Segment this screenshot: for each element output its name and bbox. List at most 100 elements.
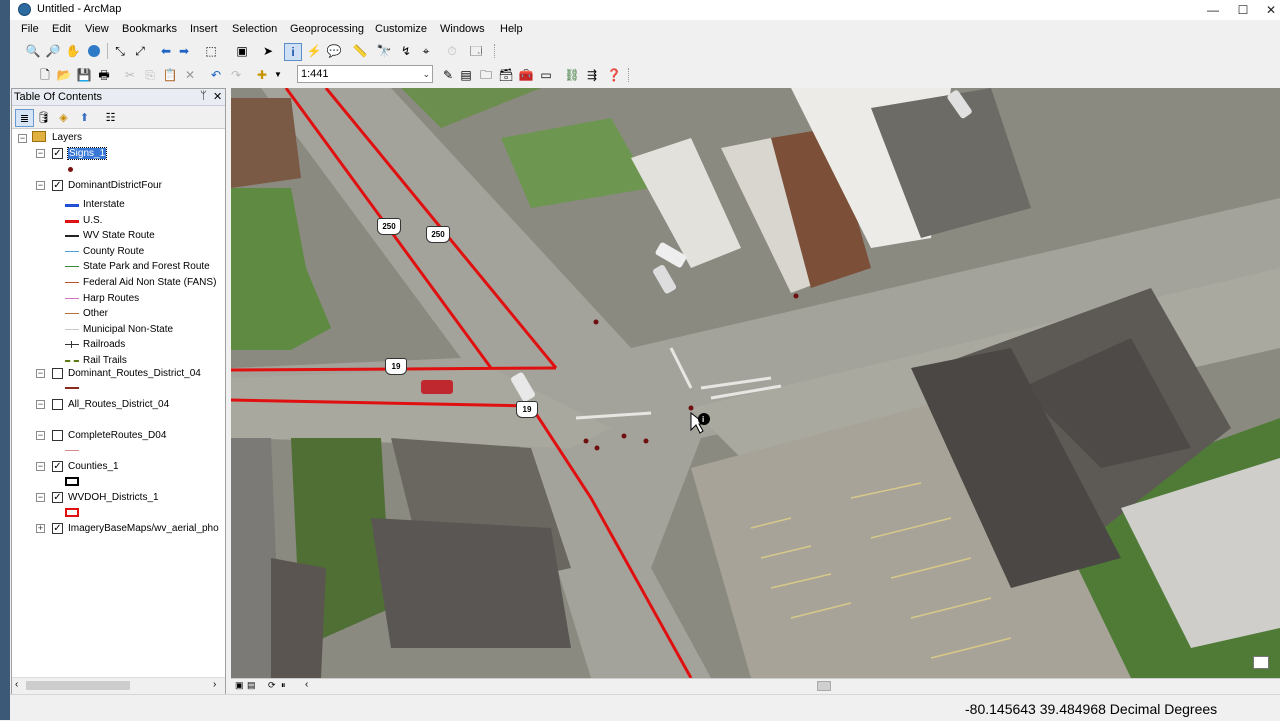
list-by-selection-icon[interactable]: ⬆ (76, 109, 93, 125)
list-by-drawing-order-icon[interactable]: ≣ (15, 109, 34, 127)
close-button[interactable]: ✕ (1254, 0, 1280, 20)
menu-geoprocessing[interactable]: Geoprocessing (290, 23, 364, 35)
open-folder-icon[interactable]: 📂 (56, 67, 72, 83)
list-by-source-icon[interactable]: 🛢 (35, 109, 52, 125)
imagery-layer-name[interactable]: ImageryBaseMaps/wv_aerial_pho (68, 523, 219, 534)
imagery-expand-icon[interactable]: + (36, 524, 45, 533)
dominant-routes-checkbox[interactable] (52, 368, 63, 379)
viewer-window-icon[interactable]: 🗔 (468, 43, 484, 59)
counties-layer-checkbox[interactable]: ✓ (52, 461, 63, 472)
table-of-contents-icon[interactable]: ▤ (458, 67, 474, 83)
map-scrollbar-thumb[interactable] (817, 681, 831, 691)
scroll-right-icon[interactable]: › (213, 679, 216, 690)
go-to-xy-icon[interactable]: ⌖ (418, 43, 434, 59)
map-scale-combobox[interactable]: 1:441 ⌄ (297, 65, 433, 83)
menu-view[interactable]: View (85, 23, 109, 35)
complete-routes-checkbox[interactable] (52, 430, 63, 441)
complete-routes-collapse-icon[interactable]: − (36, 431, 45, 440)
data-view-icon[interactable]: ▣ (235, 680, 244, 691)
fixed-zoom-out-icon[interactable]: ⤢ (132, 43, 148, 59)
redo-icon[interactable]: ↷ (228, 67, 244, 83)
layers-collapse-icon[interactable]: − (18, 134, 27, 143)
dominant-routes-collapse-icon[interactable]: − (36, 369, 45, 378)
identify-icon[interactable]: i (284, 43, 302, 61)
toc-close-icon[interactable]: ✕ (213, 90, 222, 103)
delete-icon[interactable]: ✕ (182, 67, 198, 83)
minimize-button[interactable]: — (1196, 0, 1230, 20)
dominant-collapse-icon[interactable]: − (36, 181, 45, 190)
zoom-out-icon[interactable]: 🔎 (45, 43, 61, 59)
toolbar-overflow-icon[interactable] (628, 68, 632, 82)
back-arrow-icon[interactable]: ⬅ (158, 43, 174, 59)
list-by-visibility-icon[interactable]: ◈ (55, 109, 72, 125)
save-icon[interactable]: 💾 (76, 67, 92, 83)
dominant-layer-checkbox[interactable]: ✓ (52, 180, 63, 191)
model-builder-icon[interactable]: ⛓ (564, 67, 580, 83)
select-elements-arrow-icon[interactable]: ➤ (260, 43, 276, 59)
dominant-layer-name[interactable]: DominantDistrictFour (68, 180, 162, 191)
fixed-zoom-in-icon[interactable]: ⤡ (112, 43, 128, 59)
counties-layer-name[interactable]: Counties_1 (68, 461, 119, 472)
copy-icon[interactable]: ⎘ (142, 67, 158, 83)
full-extent-globe-icon[interactable] (86, 43, 102, 59)
menu-insert[interactable]: Insert (190, 23, 218, 35)
hyperlink-icon[interactable]: ⚡ (306, 43, 322, 59)
districts-layer-name[interactable]: WVDOH_Districts_1 (68, 492, 159, 503)
html-popup-icon[interactable]: 💬 (326, 43, 342, 59)
counties-collapse-icon[interactable]: − (36, 462, 45, 471)
menu-bookmarks[interactable]: Bookmarks (122, 23, 177, 35)
find-route-icon[interactable]: ↯ (398, 43, 414, 59)
signs-collapse-icon[interactable]: − (36, 149, 45, 158)
undo-icon[interactable]: ↶ (208, 67, 224, 83)
imagery-layer-checkbox[interactable]: ✓ (52, 523, 63, 534)
time-slider-icon[interactable]: ⏱ (444, 43, 460, 59)
find-route-tool-icon[interactable]: ⇶ (584, 67, 600, 83)
menu-edit[interactable]: Edit (52, 23, 71, 35)
new-document-icon[interactable]: 🗋 (37, 67, 53, 83)
pin-icon[interactable]: ᛘ (200, 90, 207, 102)
complete-routes-layer-name[interactable]: CompleteRoutes_D04 (68, 430, 166, 441)
add-data-dropdown-icon[interactable]: ▼ (270, 67, 286, 83)
pan-hand-icon[interactable]: ✋ (65, 43, 81, 59)
signs-layer-name[interactable]: Signs_1 (66, 147, 108, 160)
scrollbar-thumb[interactable] (26, 681, 130, 690)
arctoolbox-icon[interactable]: 🧰 (518, 67, 534, 83)
dominant-routes-layer-name[interactable]: Dominant_Routes_District_04 (68, 368, 201, 379)
forward-arrow-icon[interactable]: ➡ (176, 43, 192, 59)
paste-icon[interactable]: 📋 (162, 67, 178, 83)
menu-help[interactable]: Help (500, 23, 523, 35)
toc-options-icon[interactable]: ☷ (102, 109, 119, 125)
map-view[interactable]: i 250 250 19 19 (231, 88, 1280, 678)
all-routes-collapse-icon[interactable]: − (36, 400, 45, 409)
search-window-icon[interactable]: 🗃 (498, 67, 514, 83)
toolbar-overflow-icon[interactable] (494, 44, 498, 58)
overview-window-icon[interactable] (1253, 656, 1269, 669)
menu-file[interactable]: File (21, 23, 39, 35)
clear-selection-icon[interactable]: ▣ (234, 43, 250, 59)
dataframe-layers[interactable]: Layers (52, 132, 82, 143)
all-routes-layer-name[interactable]: All_Routes_District_04 (68, 399, 169, 410)
layout-view-icon[interactable]: ▤ (247, 680, 256, 691)
measure-icon[interactable]: 📏 (352, 43, 368, 59)
find-binoculars-icon[interactable]: 🔭 (376, 43, 392, 59)
districts-collapse-icon[interactable]: − (36, 493, 45, 502)
menu-selection[interactable]: Selection (232, 23, 277, 35)
menu-windows[interactable]: Windows (440, 23, 485, 35)
python-window-icon[interactable]: ▭ (538, 67, 554, 83)
catalog-window-icon[interactable]: 🗀 (478, 67, 494, 83)
help-pointer-icon[interactable]: ❓ (606, 67, 622, 83)
scroll-left-icon[interactable]: ‹ (15, 679, 18, 690)
cut-icon[interactable]: ✂ (122, 67, 138, 83)
menu-customize[interactable]: Customize (375, 23, 427, 35)
refresh-view-icon[interactable]: ⟳ (268, 680, 276, 691)
editor-toolbar-icon[interactable]: ✎ (440, 67, 456, 83)
zoom-in-icon[interactable]: 🔍 (25, 43, 41, 59)
signs-layer-checkbox[interactable]: ✓ (52, 148, 63, 159)
print-icon[interactable]: 🖶 (96, 67, 112, 83)
pause-drawing-icon[interactable]: ⏸ (281, 680, 286, 691)
all-routes-checkbox[interactable] (52, 399, 63, 410)
districts-layer-checkbox[interactable]: ✓ (52, 492, 63, 503)
chevron-down-icon[interactable]: ⌄ (422, 66, 430, 82)
toc-horizontal-scrollbar[interactable]: ‹ › (12, 677, 225, 694)
scroll-left-icon[interactable]: ‹ (305, 679, 308, 690)
